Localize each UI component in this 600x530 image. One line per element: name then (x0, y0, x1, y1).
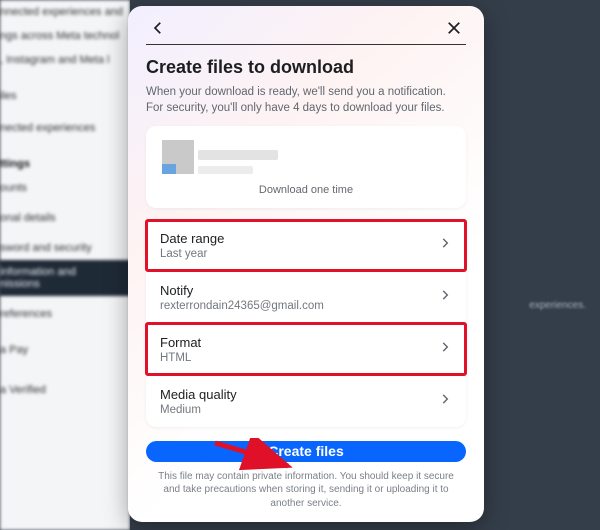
bg-text: nnected experiences and (0, 0, 130, 24)
bg-item: sword and security (0, 230, 130, 260)
bg-item-active: information and nissions (0, 260, 130, 296)
close-icon (445, 19, 463, 37)
row-label: Notify (160, 283, 324, 298)
options-card: Date range Last year Notify rexterrondai… (146, 220, 466, 427)
close-button[interactable] (442, 16, 466, 40)
row-media-quality[interactable]: Media quality Medium (146, 375, 466, 427)
row-value: rexterrondain24365@gmail.com (160, 300, 324, 312)
chevron-right-icon (438, 340, 452, 359)
row-label: Format (160, 335, 201, 350)
background-sidebar: nnected experiences and ngs across Meta … (0, 0, 130, 530)
download-one-time-label: Download one time (162, 184, 450, 196)
summary-preview (162, 140, 450, 174)
bg-item: onal details (0, 200, 130, 230)
row-format[interactable]: Format HTML (146, 323, 466, 375)
bg-text: ngs across Meta technol (0, 24, 130, 48)
create-files-label: Create files (268, 443, 343, 459)
chevron-right-icon (438, 236, 452, 255)
bg-item: a Verified (0, 362, 130, 402)
disclaimer-text: This file may contain private informatio… (146, 470, 466, 511)
row-value: Medium (160, 404, 237, 416)
row-value: HTML (160, 352, 201, 364)
back-button[interactable] (146, 16, 170, 40)
bg-item: iles (0, 72, 130, 108)
chevron-right-icon (438, 392, 452, 411)
bg-item: references (0, 296, 130, 326)
row-notify[interactable]: Notify rexterrondain24365@gmail.com (146, 271, 466, 323)
bg-heading: ttings (0, 140, 130, 176)
summary-card: Download one time (146, 126, 466, 208)
bg-item: ounts (0, 176, 130, 200)
divider (146, 44, 466, 45)
row-date-range[interactable]: Date range Last year (146, 220, 466, 271)
preview-lines (198, 150, 450, 174)
modal-description: When your download is ready, we'll send … (146, 84, 466, 116)
create-files-button[interactable]: Create files (146, 441, 466, 461)
preview-thumbnail (162, 140, 194, 174)
chevron-left-icon (149, 19, 167, 37)
bg-right-hint: experiences. (529, 300, 586, 311)
bg-text: , Instagram and Meta l (0, 48, 130, 72)
row-label: Date range (160, 231, 224, 246)
modal-topbar (146, 16, 466, 40)
download-modal: Create files to download When your downl… (128, 6, 484, 522)
chevron-right-icon (438, 288, 452, 307)
row-label: Media quality (160, 387, 237, 402)
bg-item: a Pay (0, 326, 130, 362)
row-value: Last year (160, 248, 224, 260)
modal-title: Create files to download (146, 57, 466, 78)
bg-item: nected experiences (0, 108, 130, 140)
